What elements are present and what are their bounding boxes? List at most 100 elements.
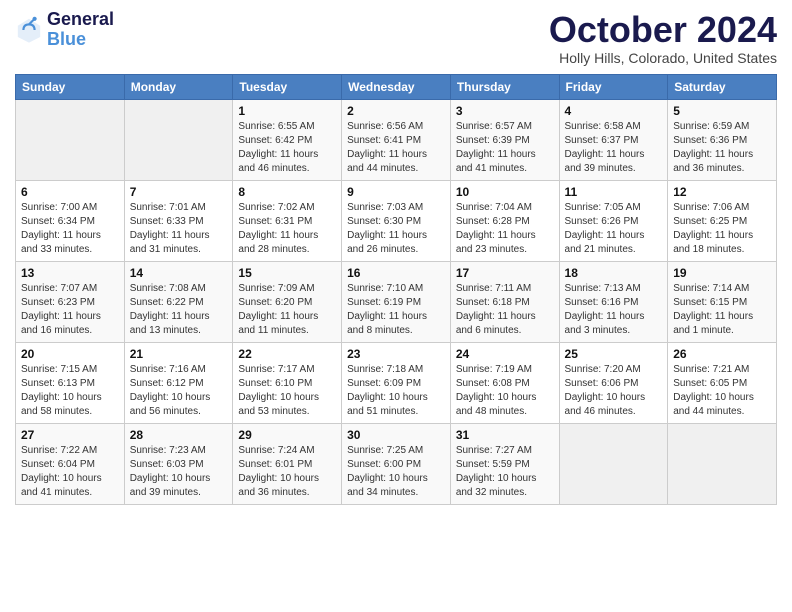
calendar-cell: 3Sunrise: 6:57 AMSunset: 6:39 PMDaylight…	[450, 99, 559, 180]
location: Holly Hills, Colorado, United States	[549, 50, 777, 66]
logo: General Blue	[15, 10, 114, 50]
calendar-week-4: 20 Sunrise: 7:15 AMSunset: 6:13 PMDayligh…	[16, 342, 777, 423]
day-info: Sunrise: 7:13 AMSunset: 6:16 PMDaylight:…	[565, 282, 663, 338]
calendar-cell: 5 Sunrise: 6:59 AMSunset: 6:36 PMDaylight…	[668, 99, 777, 180]
day-number: 10	[456, 185, 554, 199]
calendar-week-5: 27 Sunrise: 7:22 AMSunset: 6:04 PMDayligh…	[16, 423, 777, 504]
calendar-cell: 27 Sunrise: 7:22 AMSunset: 6:04 PMDayligh…	[16, 423, 125, 504]
day-info: Sunrise: 7:05 AMSunset: 6:26 PMDaylight:…	[565, 201, 663, 257]
day-number: 25	[565, 347, 663, 361]
calendar-cell: 18 Sunrise: 7:13 AMSunset: 6:16 PMDayligh…	[559, 261, 668, 342]
calendar-cell: 22Sunrise: 7:17 AMSunset: 6:10 PMDayligh…	[233, 342, 342, 423]
page-header: General Blue October 2024 Holly Hills, C…	[15, 10, 777, 66]
calendar-cell: 21 Sunrise: 7:16 AMSunset: 6:12 PMDayligh…	[124, 342, 233, 423]
calendar-cell: 13 Sunrise: 7:07 AMSunset: 6:23 PMDayligh…	[16, 261, 125, 342]
day-info: Sunrise: 7:15 AMSunset: 6:13 PMDaylight:…	[21, 363, 119, 419]
day-info: Sunrise: 7:20 AMSunset: 6:06 PMDaylight:…	[565, 363, 663, 419]
day-info: Sunrise: 7:04 AMSunset: 6:28 PMDaylight:…	[456, 201, 554, 257]
day-number: 30	[347, 428, 445, 442]
day-info: Sunrise: 7:07 AMSunset: 6:23 PMDaylight:…	[21, 282, 119, 338]
day-number: 28	[130, 428, 228, 442]
calendar-header: SundayMondayTuesdayWednesdayThursdayFrid…	[16, 74, 777, 99]
day-number: 2	[347, 104, 445, 118]
month-title: October 2024	[549, 10, 777, 50]
day-number: 27	[21, 428, 119, 442]
day-number: 11	[565, 185, 663, 199]
day-info: Sunrise: 7:03 AMSunset: 6:30 PMDaylight:…	[347, 201, 445, 257]
day-info: Sunrise: 7:14 AMSunset: 6:15 PMDaylight:…	[673, 282, 771, 338]
logo-icon	[15, 16, 43, 44]
day-number: 18	[565, 266, 663, 280]
calendar-cell: 10 Sunrise: 7:04 AMSunset: 6:28 PMDayligh…	[450, 180, 559, 261]
day-number: 16	[347, 266, 445, 280]
calendar-cell: 25 Sunrise: 7:20 AMSunset: 6:06 PMDayligh…	[559, 342, 668, 423]
day-number: 12	[673, 185, 771, 199]
calendar-cell: 7Sunrise: 7:01 AMSunset: 6:33 PMDaylight…	[124, 180, 233, 261]
day-info: Sunrise: 7:24 AMSunset: 6:01 PMDaylight:…	[238, 444, 336, 500]
day-info: Sunrise: 7:16 AMSunset: 6:12 PMDaylight:…	[130, 363, 228, 419]
day-info: Sunrise: 7:10 AMSunset: 6:19 PMDaylight:…	[347, 282, 445, 338]
day-number: 29	[238, 428, 336, 442]
weekday-header-wednesday: Wednesday	[342, 74, 451, 99]
day-number: 1	[238, 104, 336, 118]
day-info: Sunrise: 7:00 AMSunset: 6:34 PMDaylight:…	[21, 201, 119, 257]
day-info: Sunrise: 7:09 AMSunset: 6:20 PMDaylight:…	[238, 282, 336, 338]
day-info: Sunrise: 6:58 AMSunset: 6:37 PMDaylight:…	[565, 120, 663, 176]
day-info: Sunrise: 6:59 AMSunset: 6:36 PMDaylight:…	[673, 120, 771, 176]
day-info: Sunrise: 6:56 AMSunset: 6:41 PMDaylight:…	[347, 120, 445, 176]
weekday-header-tuesday: Tuesday	[233, 74, 342, 99]
day-number: 6	[21, 185, 119, 199]
day-info: Sunrise: 7:01 AMSunset: 6:33 PMDaylight:…	[130, 201, 228, 257]
weekday-header-saturday: Saturday	[668, 74, 777, 99]
calendar-cell: 15 Sunrise: 7:09 AMSunset: 6:20 PMDayligh…	[233, 261, 342, 342]
calendar-cell	[559, 423, 668, 504]
day-info: Sunrise: 7:22 AMSunset: 6:04 PMDaylight:…	[21, 444, 119, 500]
calendar-cell: 12 Sunrise: 7:06 AMSunset: 6:25 PMDayligh…	[668, 180, 777, 261]
calendar-cell: 29 Sunrise: 7:24 AMSunset: 6:01 PMDayligh…	[233, 423, 342, 504]
day-number: 19	[673, 266, 771, 280]
day-info: Sunrise: 7:23 AMSunset: 6:03 PMDaylight:…	[130, 444, 228, 500]
weekday-header-friday: Friday	[559, 74, 668, 99]
day-number: 8	[238, 185, 336, 199]
calendar-body: 1 Sunrise: 6:55 AMSunset: 6:42 PMDaylight…	[16, 99, 777, 504]
day-info: Sunrise: 7:08 AMSunset: 6:22 PMDaylight:…	[130, 282, 228, 338]
calendar-cell: 16 Sunrise: 7:10 AMSunset: 6:19 PMDayligh…	[342, 261, 451, 342]
calendar-cell: 1 Sunrise: 6:55 AMSunset: 6:42 PMDaylight…	[233, 99, 342, 180]
day-number: 21	[130, 347, 228, 361]
calendar-cell	[16, 99, 125, 180]
calendar-week-2: 6 Sunrise: 7:00 AMSunset: 6:34 PMDaylight…	[16, 180, 777, 261]
day-info: Sunrise: 6:55 AMSunset: 6:42 PMDaylight:…	[238, 120, 336, 176]
calendar-cell: 19 Sunrise: 7:14 AMSunset: 6:15 PMDayligh…	[668, 261, 777, 342]
day-info: Sunrise: 7:17 AMSunset: 6:10 PMDaylight:…	[238, 363, 336, 419]
title-block: October 2024 Holly Hills, Colorado, Unit…	[549, 10, 777, 66]
calendar-cell: 14Sunrise: 7:08 AMSunset: 6:22 PMDayligh…	[124, 261, 233, 342]
day-number: 13	[21, 266, 119, 280]
day-info: Sunrise: 6:57 AMSunset: 6:39 PMDaylight:…	[456, 120, 554, 176]
calendar-cell: 20 Sunrise: 7:15 AMSunset: 6:13 PMDayligh…	[16, 342, 125, 423]
day-info: Sunrise: 7:18 AMSunset: 6:09 PMDaylight:…	[347, 363, 445, 419]
calendar-cell: 30 Sunrise: 7:25 AMSunset: 6:00 PMDayligh…	[342, 423, 451, 504]
calendar-week-1: 1 Sunrise: 6:55 AMSunset: 6:42 PMDaylight…	[16, 99, 777, 180]
calendar-cell: 26Sunrise: 7:21 AMSunset: 6:05 PMDayligh…	[668, 342, 777, 423]
day-info: Sunrise: 7:06 AMSunset: 6:25 PMDaylight:…	[673, 201, 771, 257]
day-number: 20	[21, 347, 119, 361]
calendar-cell: 9 Sunrise: 7:03 AMSunset: 6:30 PMDaylight…	[342, 180, 451, 261]
weekday-header-monday: Monday	[124, 74, 233, 99]
logo-line1: General	[47, 10, 114, 30]
day-number: 5	[673, 104, 771, 118]
calendar-cell: 11 Sunrise: 7:05 AMSunset: 6:26 PMDayligh…	[559, 180, 668, 261]
calendar-cell: 6 Sunrise: 7:00 AMSunset: 6:34 PMDaylight…	[16, 180, 125, 261]
weekday-header-thursday: Thursday	[450, 74, 559, 99]
day-info: Sunrise: 7:27 AMSunset: 5:59 PMDaylight:…	[456, 444, 554, 500]
day-info: Sunrise: 7:21 AMSunset: 6:05 PMDaylight:…	[673, 363, 771, 419]
weekday-header-sunday: Sunday	[16, 74, 125, 99]
day-info: Sunrise: 7:25 AMSunset: 6:00 PMDaylight:…	[347, 444, 445, 500]
day-number: 9	[347, 185, 445, 199]
day-number: 24	[456, 347, 554, 361]
day-info: Sunrise: 7:11 AMSunset: 6:18 PMDaylight:…	[456, 282, 554, 338]
day-number: 15	[238, 266, 336, 280]
weekday-header-row: SundayMondayTuesdayWednesdayThursdayFrid…	[16, 74, 777, 99]
calendar-table: SundayMondayTuesdayWednesdayThursdayFrid…	[15, 74, 777, 505]
calendar-cell	[668, 423, 777, 504]
logo-text: General Blue	[47, 10, 114, 50]
